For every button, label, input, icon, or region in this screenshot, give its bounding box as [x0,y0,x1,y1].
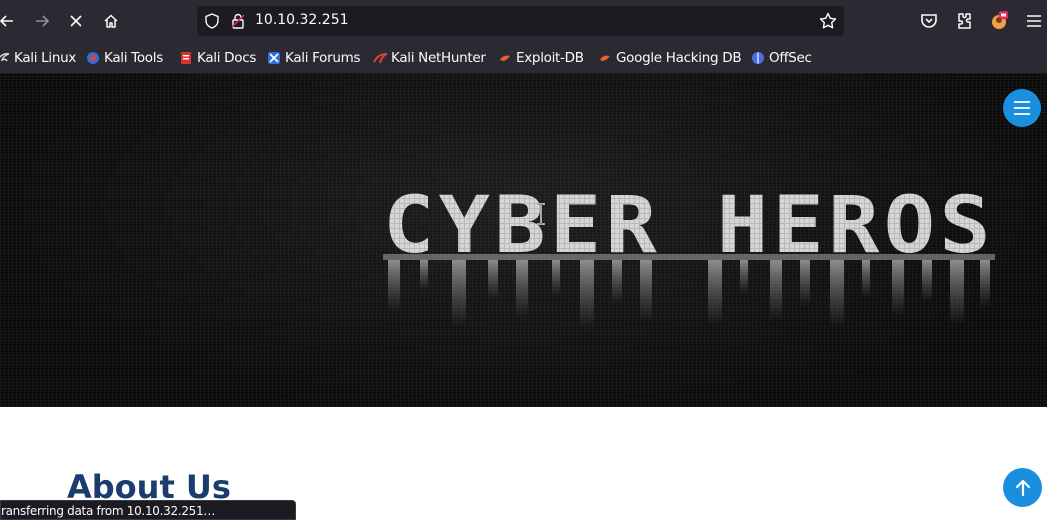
bookmark-kali-forums[interactable]: Kali Forums [267,49,361,67]
bookmark-kali-docs[interactable]: Kali Docs [179,49,256,67]
stop-button[interactable] [61,6,91,36]
kali-icon [0,53,10,62]
forward-button[interactable] [27,6,57,36]
back-icon [0,15,13,27]
home-button[interactable] [96,6,126,36]
bookmark-google-hacking-db[interactable]: Google Hacking DB [598,49,742,67]
exploit-db-icon [500,55,510,61]
arrow-up-icon [1015,479,1030,496]
hero-title: CYBER HEROS [383,181,995,271]
menu-toggle-button[interactable] [1003,89,1041,127]
forward-icon [36,15,50,27]
url-bar[interactable]: 10.10.32.251 [197,6,844,36]
shield-icon[interactable] [203,12,221,30]
kali-docs-icon [181,52,191,64]
menu-icon[interactable] [1022,9,1046,33]
star-icon[interactable] [818,11,838,31]
bookmark-kali-tools[interactable]: Kali Tools [86,49,163,67]
url-text[interactable]: 10.10.32.251 [255,12,349,28]
ghdb-icon [600,55,610,61]
lock-icon[interactable] [229,12,247,30]
bookmark-offsec[interactable]: OffSec [751,49,812,67]
status-bar: ransferring data from 10.10.32.251… [0,500,296,520]
offsec-icon [752,52,764,64]
browser-toolbar: 10.10.32.251 [0,0,1047,42]
bookmarks-bar: Kali Linux Kali Tools Kali Docs Kali For… [0,42,1047,74]
home-icon [104,14,118,28]
kali-tools-icon [87,52,99,64]
nethunter-icon [373,52,387,64]
bookmark-kali-nethunter[interactable]: Kali NetHunter [373,49,486,67]
extensions-icon[interactable] [952,9,976,33]
text-cursor-icon [537,203,545,225]
hero-banner: CYBER HEROS [0,74,1047,407]
bookmark-exploit-db[interactable]: Exploit-DB [498,49,584,67]
hamburger-icon [1014,101,1030,115]
bookmark-kali-linux[interactable]: Kali Linux [0,49,76,67]
kali-forums-icon [268,52,280,64]
profile-icon[interactable] [987,9,1011,33]
back-button[interactable] [0,6,22,36]
hero-title-graphic: CYBER HEROS [383,181,995,330]
scroll-to-top-button[interactable] [1003,468,1042,507]
pocket-icon[interactable] [917,9,941,33]
stop-icon [70,15,82,27]
